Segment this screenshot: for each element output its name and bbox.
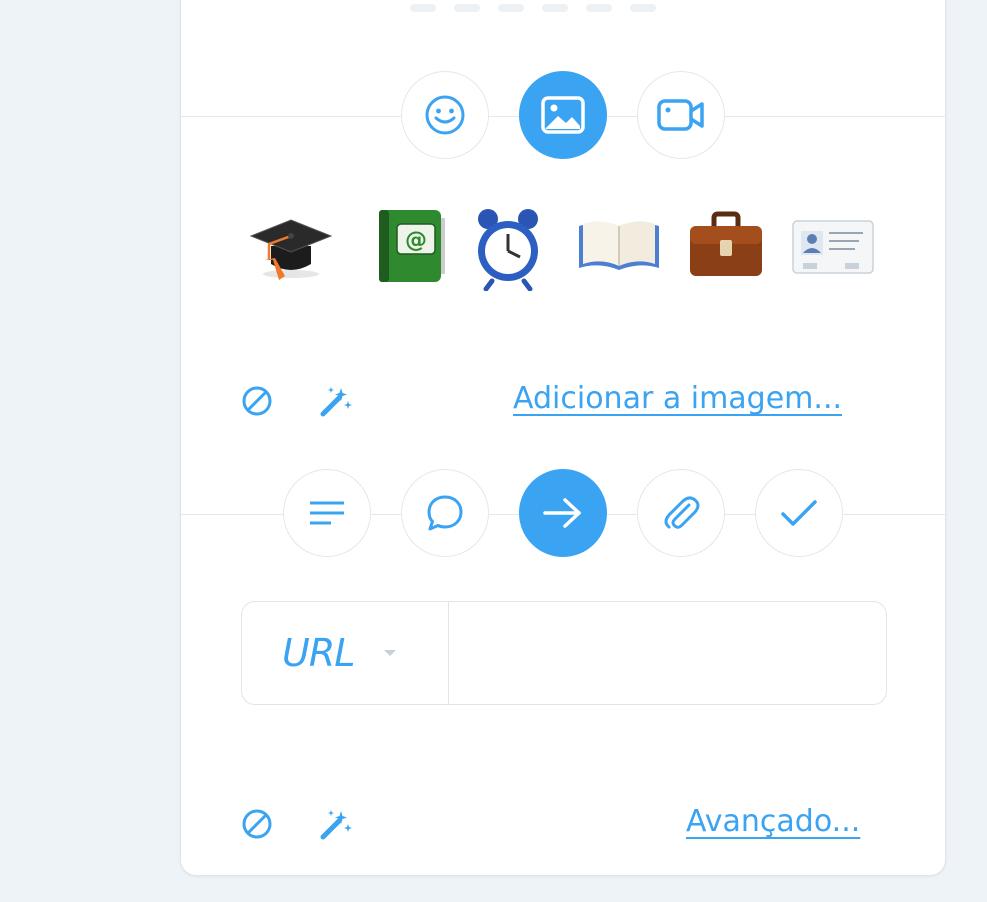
id-card-icon <box>792 220 874 274</box>
smiley-icon <box>425 95 465 135</box>
tab-text[interactable] <box>283 469 371 557</box>
gallery-briefcase[interactable] <box>680 200 772 292</box>
magic-wand-icon <box>320 810 352 840</box>
tab-attachment[interactable] <box>637 469 725 557</box>
tab-check[interactable] <box>755 469 843 557</box>
faded-header-text <box>410 4 740 18</box>
text-lines-icon <box>310 501 344 525</box>
url-input[interactable] <box>449 602 886 704</box>
tab-comment[interactable] <box>401 469 489 557</box>
gallery-alarm-clock[interactable] <box>462 200 554 292</box>
tab-emoji[interactable] <box>401 71 489 159</box>
gallery-graduation-cap[interactable] <box>245 200 337 292</box>
tab-video[interactable] <box>637 71 725 159</box>
speech-bubble-icon <box>427 495 463 531</box>
url-type-select[interactable]: URL <box>242 602 449 704</box>
url-type-label: URL <box>282 631 355 675</box>
alarm-clock-icon <box>478 209 538 291</box>
gallery-address-book[interactable]: @ <box>363 200 455 292</box>
tab-link[interactable] <box>519 469 607 557</box>
advanced-magic-button[interactable] <box>318 806 354 842</box>
graduation-cap-icon <box>249 219 333 280</box>
add-image-link[interactable]: Adicionar a imagem... <box>513 381 842 416</box>
advanced-link[interactable]: Avançado... <box>686 804 860 839</box>
video-camera-icon <box>657 99 704 131</box>
image-icon <box>541 96 585 134</box>
chevron-down-icon <box>384 650 397 656</box>
tab-image[interactable] <box>519 71 607 159</box>
clear-icon <box>242 809 272 839</box>
open-book-icon <box>579 221 659 270</box>
url-input-group: URL <box>241 601 887 705</box>
checkmark-icon <box>781 500 817 526</box>
gallery-id-card[interactable] <box>787 200 879 292</box>
gallery-open-book[interactable] <box>573 200 665 292</box>
advanced-clear-button[interactable] <box>239 806 275 842</box>
image-magic-button[interactable] <box>318 383 354 419</box>
svg-text:@: @ <box>405 228 427 253</box>
magic-wand-icon <box>320 387 352 417</box>
address-book-icon: @ <box>379 210 445 282</box>
arrow-right-icon <box>543 498 581 528</box>
briefcase-icon <box>690 211 762 276</box>
image-clear-button[interactable] <box>239 383 275 419</box>
paperclip-icon <box>664 496 700 529</box>
clear-icon <box>242 386 272 416</box>
